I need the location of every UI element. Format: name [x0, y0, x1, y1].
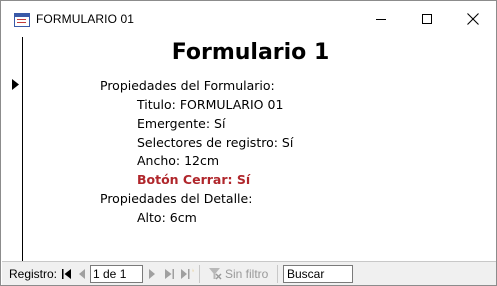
property-emergente: Emergente: Sí: [137, 116, 226, 131]
form-window: FORMULARIO 01 Formulario 1 Propiedades d…: [0, 0, 497, 286]
first-record-button[interactable]: [62, 268, 72, 280]
last-record-button[interactable]: [164, 268, 174, 280]
search-input[interactable]: Buscar: [283, 265, 353, 283]
close-icon: [467, 13, 479, 25]
close-button[interactable]: [450, 1, 496, 37]
property-selectores: Selectores de registro: Sí: [137, 135, 294, 150]
minimize-icon: [376, 19, 386, 20]
filter-icon: [209, 268, 222, 280]
current-record-input[interactable]: 1 de 1: [90, 265, 143, 283]
maximize-icon: [422, 14, 432, 24]
current-record-arrow-icon: [12, 79, 19, 90]
property-ancho: Ancho: 12cm: [137, 153, 220, 168]
form-icon: [14, 13, 30, 27]
form-heading: Formulario 1: [171, 40, 330, 65]
previous-record-button[interactable]: [78, 268, 86, 280]
detail-properties-heading: Propiedades del Detalle:: [100, 191, 253, 206]
record-selector[interactable]: [2, 37, 22, 261]
nav-divider: [277, 265, 278, 283]
new-record-button[interactable]: [180, 268, 194, 280]
selector-divider: [22, 37, 23, 261]
filter-toggle[interactable]: Sin filtro: [225, 267, 268, 281]
maximize-button[interactable]: [404, 1, 450, 37]
property-titulo: Titulo: FORMULARIO 01: [137, 97, 284, 112]
property-alto: Alto: 6cm: [137, 210, 197, 225]
minimize-button[interactable]: [358, 1, 404, 37]
record-navigation-bar: Registro: 1 de 1 Sin filtro Buscar: [2, 261, 496, 285]
nav-divider: [199, 265, 200, 283]
window-title: FORMULARIO 01: [36, 12, 134, 26]
record-label: Registro:: [9, 267, 58, 281]
property-boton-cerrar: Botón Cerrar: Sí: [137, 172, 251, 187]
title-bar[interactable]: FORMULARIO 01: [1, 1, 496, 37]
form-properties-heading: Propiedades del Formulario:: [100, 78, 275, 93]
next-record-button[interactable]: [148, 268, 156, 280]
